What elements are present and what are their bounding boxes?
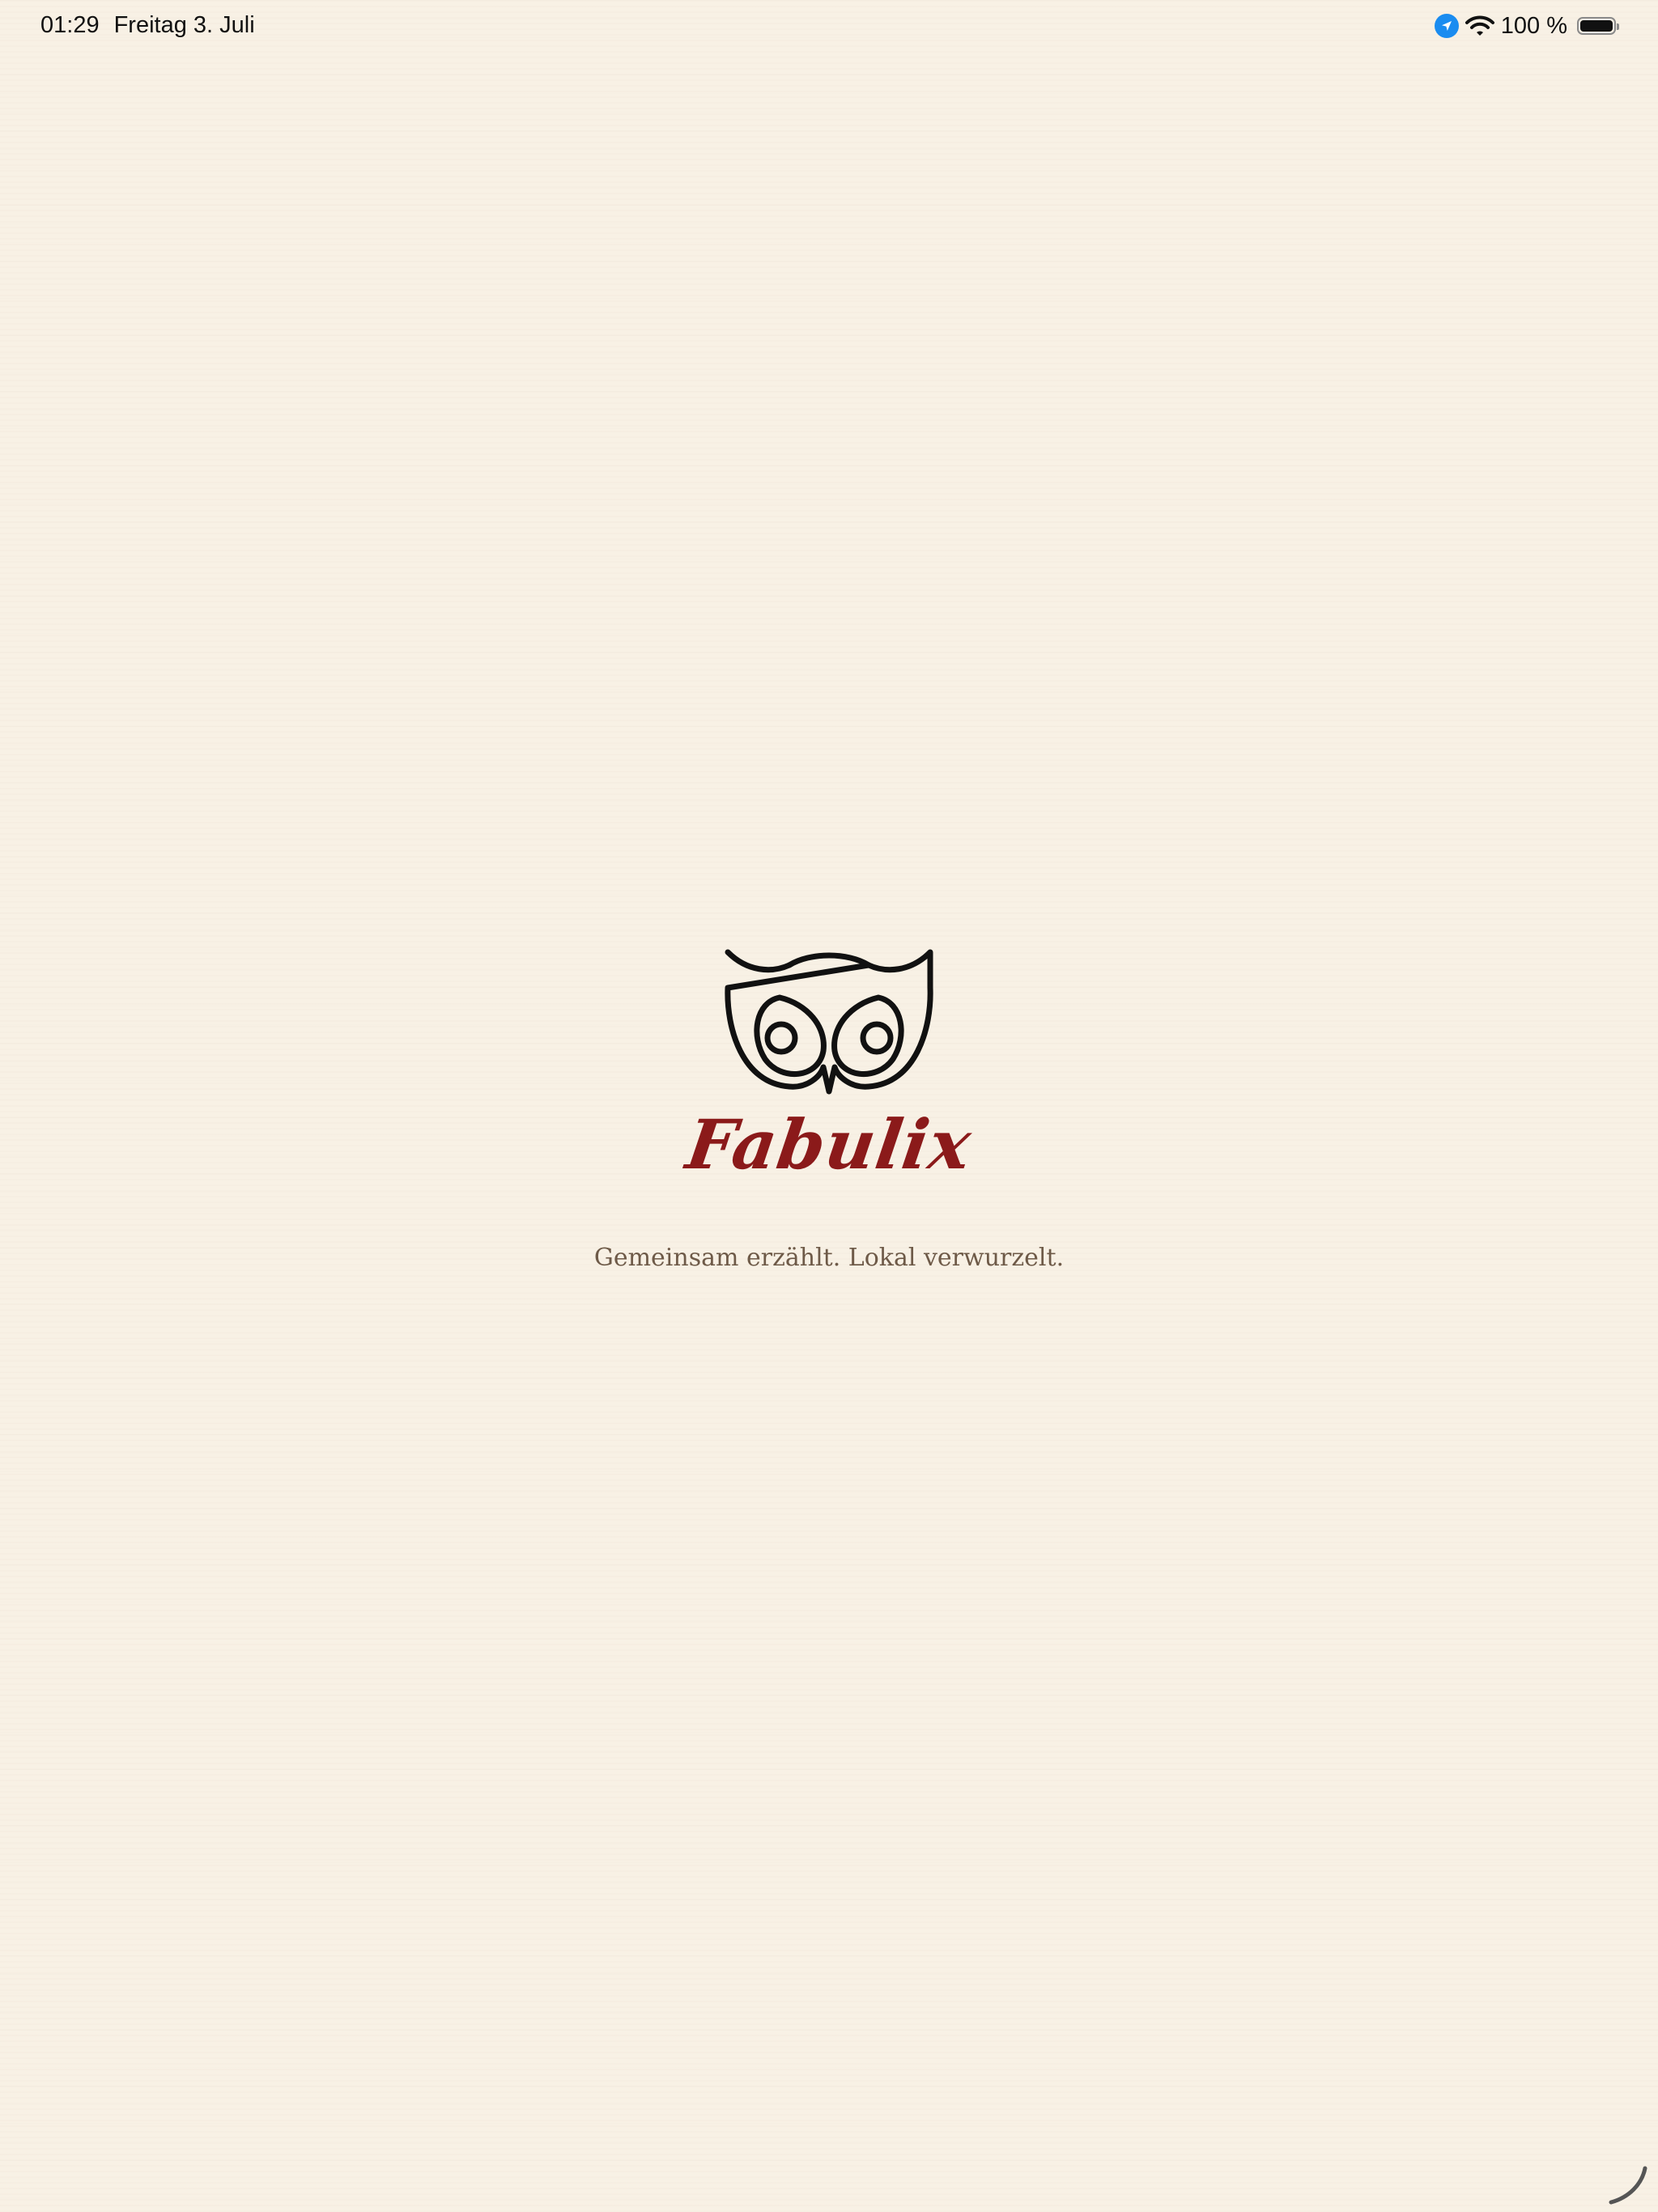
owl-icon bbox=[725, 949, 933, 1095]
status-bar-right: 100 % bbox=[1434, 10, 1619, 42]
splash-screen: Fabulix Gemeinsam erzählt. Lokal verwurz… bbox=[0, 947, 1658, 1274]
battery-cap bbox=[1617, 23, 1619, 30]
battery-fill bbox=[1580, 20, 1613, 32]
app-title: Fabulix bbox=[682, 1104, 977, 1185]
loading-spinner-icon bbox=[1609, 2166, 1647, 2205]
status-date: Freitag 3. Juli bbox=[113, 12, 255, 38]
status-bar-left: 01:29 Freitag 3. Juli bbox=[40, 11, 255, 40]
battery-icon bbox=[1577, 17, 1619, 35]
status-bar: 01:29 Freitag 3. Juli 100 % bbox=[0, 0, 1658, 52]
tagline: Gemeinsam erzählt. Lokal verwurzelt. bbox=[593, 1244, 1065, 1272]
battery-percent: 100 % bbox=[1500, 13, 1567, 39]
location-icon bbox=[1434, 14, 1459, 38]
status-time: 01:29 bbox=[40, 12, 100, 38]
wifi-icon bbox=[1465, 15, 1494, 36]
